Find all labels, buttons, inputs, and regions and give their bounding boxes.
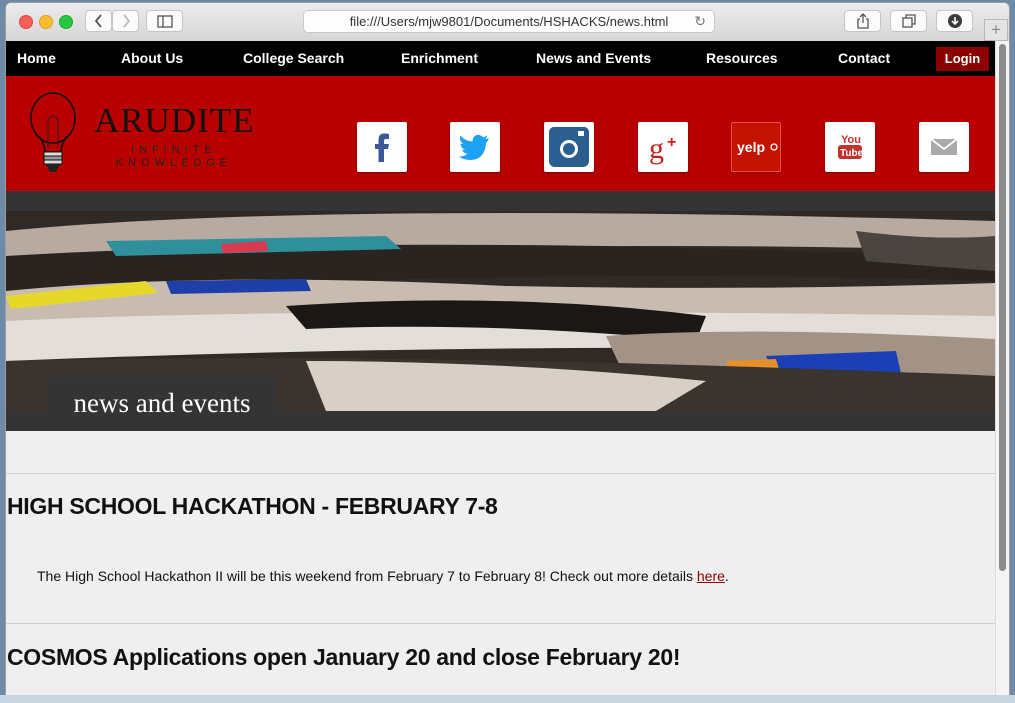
share-button[interactable] xyxy=(844,10,881,32)
banner-caption: news and events xyxy=(47,377,277,431)
facebook-button[interactable] xyxy=(357,122,407,172)
sidebar-icon xyxy=(156,15,173,28)
svg-text:+: + xyxy=(667,134,676,151)
nav-enrichment[interactable]: Enrichment xyxy=(401,41,478,76)
twitter-button[interactable] xyxy=(450,122,500,172)
youtube-text-1: You xyxy=(841,134,861,146)
browser-window: file:///Users/mjw9801/Documents/HSHACKS/… xyxy=(6,3,1009,695)
share-icon xyxy=(856,13,869,29)
divider xyxy=(6,623,995,624)
browser-toolbar: file:///Users/mjw9801/Documents/HSHACKS/… xyxy=(6,3,1009,42)
email-button[interactable] xyxy=(919,122,969,172)
address-bar[interactable]: file:///Users/mjw9801/Documents/HSHACKS/… xyxy=(303,10,715,33)
scrollbar-thumb[interactable] xyxy=(999,44,1006,571)
news-body-hackathon: The High School Hackathon II will be thi… xyxy=(37,568,729,584)
login-button[interactable]: Login xyxy=(936,47,989,71)
yelp-text: yelp xyxy=(737,139,765,155)
instagram-button[interactable] xyxy=(544,122,594,172)
google-plus-button[interactable]: g + xyxy=(638,122,688,172)
site-header: ARUDITE INFINITE KNOWLEDGE g + yelp You Tu… xyxy=(6,76,995,191)
divider xyxy=(6,473,995,474)
download-icon xyxy=(947,14,962,28)
svg-text:g: g xyxy=(649,132,664,165)
lightbulb-logo-icon[interactable] xyxy=(28,90,78,178)
zoom-window-button[interactable] xyxy=(59,15,73,29)
news-title-hackathon: HIGH SCHOOL HACKATHON - FEBRUARY 7-8 xyxy=(7,493,498,519)
youtube-button[interactable]: You Tube xyxy=(825,122,875,172)
desktop-dock-edge xyxy=(0,695,1015,703)
news-body-end: . xyxy=(724,568,729,584)
vertical-scrollbar[interactable] xyxy=(995,41,1009,695)
facebook-icon xyxy=(375,133,389,162)
news-link-here[interactable]: here xyxy=(697,568,725,584)
back-button[interactable] xyxy=(85,10,112,32)
tabs-overview-button[interactable] xyxy=(890,10,927,32)
reload-icon[interactable]: ↻ xyxy=(694,11,706,32)
forward-button[interactable] xyxy=(112,10,139,32)
instagram-icon xyxy=(549,127,589,167)
nav-home[interactable]: Home xyxy=(17,41,56,76)
youtube-icon: You Tube xyxy=(838,134,864,159)
mail-icon xyxy=(930,138,958,155)
nav-contact[interactable]: Contact xyxy=(838,41,890,76)
close-window-button[interactable] xyxy=(19,15,33,29)
yelp-icon: yelp xyxy=(737,139,778,155)
url-text: file:///Users/mjw9801/Documents/HSHACKS/… xyxy=(349,14,669,29)
site-nav: Home About Us College Search Enrichment … xyxy=(6,41,995,76)
downloads-button[interactable] xyxy=(936,10,973,32)
sidebar-toggle-button[interactable] xyxy=(146,10,183,32)
google-plus-icon: g + xyxy=(649,132,676,165)
brand-tagline: INFINITE KNOWLEDGE xyxy=(115,144,233,169)
nav-news-and-events[interactable]: News and Events xyxy=(536,41,651,76)
brand-name[interactable]: ARUDITE xyxy=(94,103,255,138)
minimize-window-button[interactable] xyxy=(39,15,53,29)
tabs-icon xyxy=(901,14,916,28)
nav-college-search[interactable]: College Search xyxy=(243,41,344,76)
chevron-left-icon xyxy=(94,14,102,28)
chevron-right-icon xyxy=(122,14,130,28)
yelp-button[interactable]: yelp xyxy=(731,122,781,172)
nav-resources[interactable]: Resources xyxy=(706,41,778,76)
nav-about-us[interactable]: About Us xyxy=(121,41,183,76)
news-title-cosmos: COSMOS Applications open January 20 and … xyxy=(7,644,681,670)
new-tab-button[interactable]: + xyxy=(984,19,1008,41)
news-body-text: The High School Hackathon II will be thi… xyxy=(37,568,697,584)
youtube-text-2: Tube xyxy=(840,148,864,159)
twitter-icon xyxy=(458,134,489,160)
